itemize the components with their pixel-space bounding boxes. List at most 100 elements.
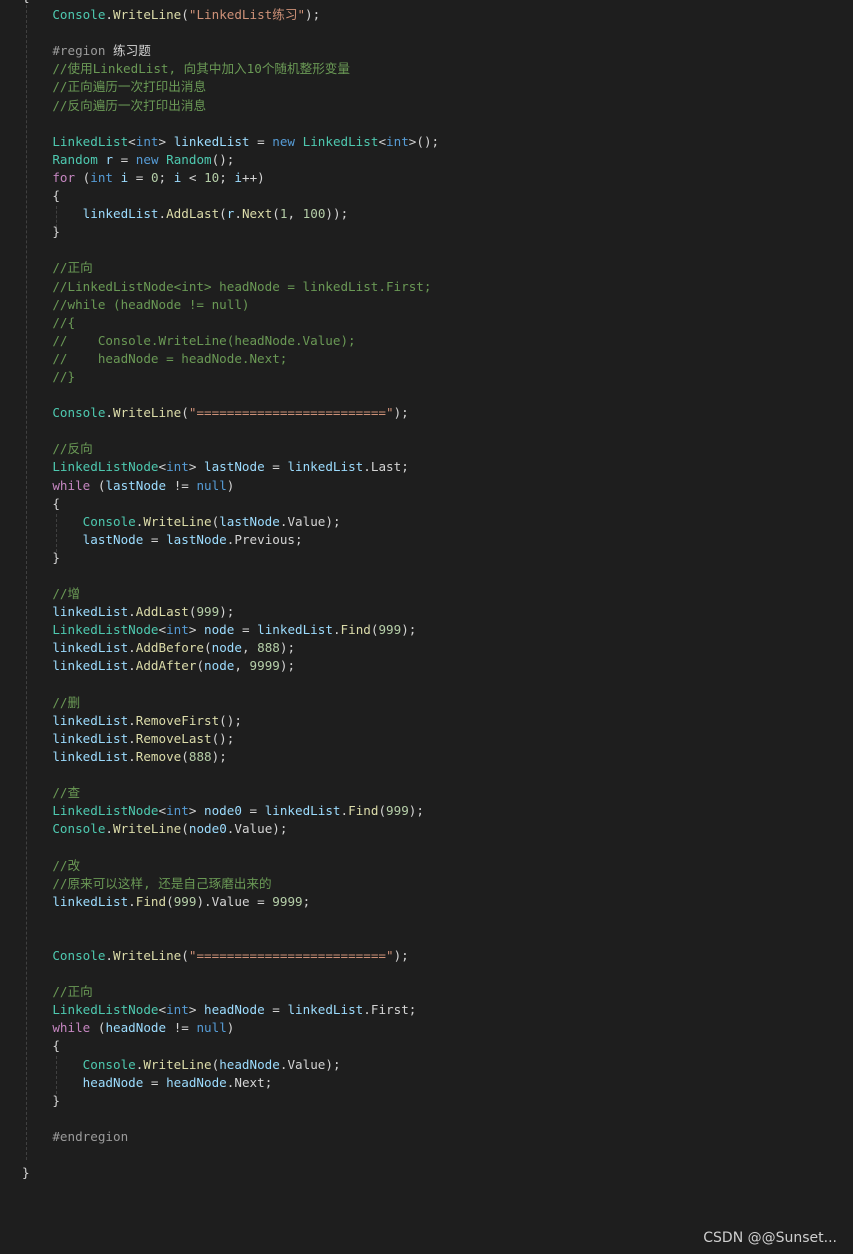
code-line[interactable]: linkedList.AddLast(999); [22, 603, 439, 621]
code-line[interactable]: LinkedListNode<int> node = linkedList.Fi… [22, 621, 439, 639]
code-line[interactable] [22, 766, 439, 784]
code-line[interactable]: LinkedList<int> linkedList = new LinkedL… [22, 133, 439, 151]
code-line[interactable]: linkedList.Remove(888); [22, 748, 439, 766]
code-line[interactable]: { [22, 187, 439, 205]
code-line[interactable]: //改 [22, 857, 439, 875]
code-line[interactable]: Console.WriteLine(lastNode.Value); [22, 513, 439, 531]
code-line[interactable]: //{ [22, 314, 439, 332]
method-name: WriteLine [113, 821, 182, 837]
code-line[interactable]: //增 [22, 585, 439, 603]
code-line[interactable]: #endregion [22, 1128, 439, 1146]
code-text: . [128, 640, 136, 656]
code-line[interactable]: Random r = new Random(); [22, 151, 439, 169]
keyword: int [166, 622, 189, 638]
code-line[interactable]: //正向遍历一次打印出消息 [22, 78, 439, 96]
code-line[interactable]: Console.WriteLine(headNode.Value); [22, 1056, 439, 1074]
code-line[interactable]: Console.WriteLine("=====================… [22, 947, 439, 965]
code-line[interactable]: } [22, 549, 439, 567]
code-line[interactable]: //while (headNode != null) [22, 296, 439, 314]
code-text: = [264, 1002, 288, 1018]
code-text: ++) [242, 169, 265, 185]
comment: //反向遍历一次打印出消息 [52, 97, 207, 113]
code-line[interactable]: for (int i = 0; i < 10; i++) [22, 169, 439, 187]
code-line[interactable]: headNode = headNode.Next; [22, 1074, 439, 1092]
code-line[interactable]: Console.WriteLine(node0.Value); [22, 820, 439, 838]
identifier: headNode [105, 1020, 167, 1036]
code-line[interactable] [22, 422, 439, 440]
code-line[interactable]: } [22, 1092, 439, 1110]
code-line[interactable] [22, 1110, 439, 1128]
code-text: 练习题 [105, 43, 151, 59]
code-line[interactable] [22, 929, 439, 947]
code-line[interactable]: // Console.WriteLine(headNode.Value); [22, 332, 439, 350]
code-line[interactable] [22, 1146, 439, 1164]
code-editor[interactable]: { Console.WriteLine("LinkedList练习"); #re… [0, 0, 853, 1254]
code-block[interactable]: { Console.WriteLine("LinkedList练习"); #re… [22, 0, 439, 1182]
type-name: LinkedListNode [52, 459, 159, 475]
code-line[interactable]: linkedList.AddLast(r.Next(1, 100)); [22, 205, 439, 223]
code-text: { [22, 1038, 60, 1054]
code-line[interactable]: linkedList.AddAfter(node, 9999); [22, 657, 439, 675]
number-literal: 999 [386, 803, 409, 819]
type-name: Console [52, 947, 106, 963]
property-name: Value [287, 1056, 326, 1072]
code-line[interactable]: //使用LinkedList, 向其中加入10个随机整形变量 [22, 60, 439, 78]
code-line[interactable]: //正向 [22, 983, 439, 1001]
code-line[interactable]: //LinkedListNode<int> headNode = linkedL… [22, 278, 439, 296]
code-line[interactable]: { [22, 1037, 439, 1055]
code-line[interactable]: //删 [22, 694, 439, 712]
code-line[interactable]: #region 练习题 [22, 42, 439, 60]
code-line[interactable] [22, 24, 439, 42]
code-line[interactable]: //正向 [22, 259, 439, 277]
code-line[interactable] [22, 386, 439, 404]
comment: //查 [52, 785, 81, 801]
code-line[interactable]: linkedList.RemoveFirst(); [22, 712, 439, 730]
code-line[interactable]: LinkedListNode<int> node0 = linkedList.F… [22, 802, 439, 820]
code-text: ( [166, 893, 174, 909]
code-line[interactable]: linkedList.RemoveLast(); [22, 730, 439, 748]
code-line[interactable] [22, 965, 439, 983]
code-line[interactable] [22, 115, 439, 133]
code-line[interactable]: lastNode = lastNode.Previous; [22, 531, 439, 549]
code-line[interactable]: //反向遍历一次打印出消息 [22, 97, 439, 115]
code-line[interactable]: } [22, 1164, 439, 1182]
code-line[interactable] [22, 676, 439, 694]
code-line[interactable] [22, 567, 439, 585]
code-line[interactable]: Console.WriteLine("LinkedList练习"); [22, 6, 439, 24]
number-literal: 999 [196, 604, 220, 620]
code-line[interactable]: while (lastNode != null) [22, 477, 439, 495]
code-text: . [128, 604, 136, 620]
code-text: . [363, 1002, 371, 1018]
code-line[interactable]: LinkedListNode<int> lastNode = linkedLis… [22, 458, 439, 476]
code-line[interactable]: //反向 [22, 440, 439, 458]
code-line[interactable]: while (headNode != null) [22, 1019, 439, 1037]
identifier: linkedList [52, 748, 129, 764]
code-line[interactable]: linkedList.AddBefore(node, 888); [22, 639, 439, 657]
code-line[interactable]: linkedList.Find(999).Value = 9999; [22, 893, 439, 911]
code-line[interactable] [22, 838, 439, 856]
code-line[interactable]: LinkedListNode<int> headNode = linkedLis… [22, 1001, 439, 1019]
code-line[interactable]: //} [22, 368, 439, 386]
code-text: } [22, 1092, 60, 1108]
code-line[interactable]: //查 [22, 784, 439, 802]
string-literal: "=========================" [188, 947, 394, 963]
code-line[interactable] [22, 911, 439, 929]
method-name: WriteLine [113, 947, 182, 963]
code-line[interactable]: } [22, 223, 439, 241]
code-line[interactable] [22, 241, 439, 259]
code-line[interactable]: { [22, 495, 439, 513]
code-text: ( [75, 169, 91, 185]
code-line[interactable]: //原来可以这样, 还是自己琢磨出来的 [22, 875, 439, 893]
code-text: . [128, 712, 136, 728]
code-line[interactable]: Console.WriteLine("=====================… [22, 404, 439, 422]
code-text: ( [204, 640, 212, 656]
code-line[interactable]: // headNode = headNode.Next; [22, 350, 439, 368]
